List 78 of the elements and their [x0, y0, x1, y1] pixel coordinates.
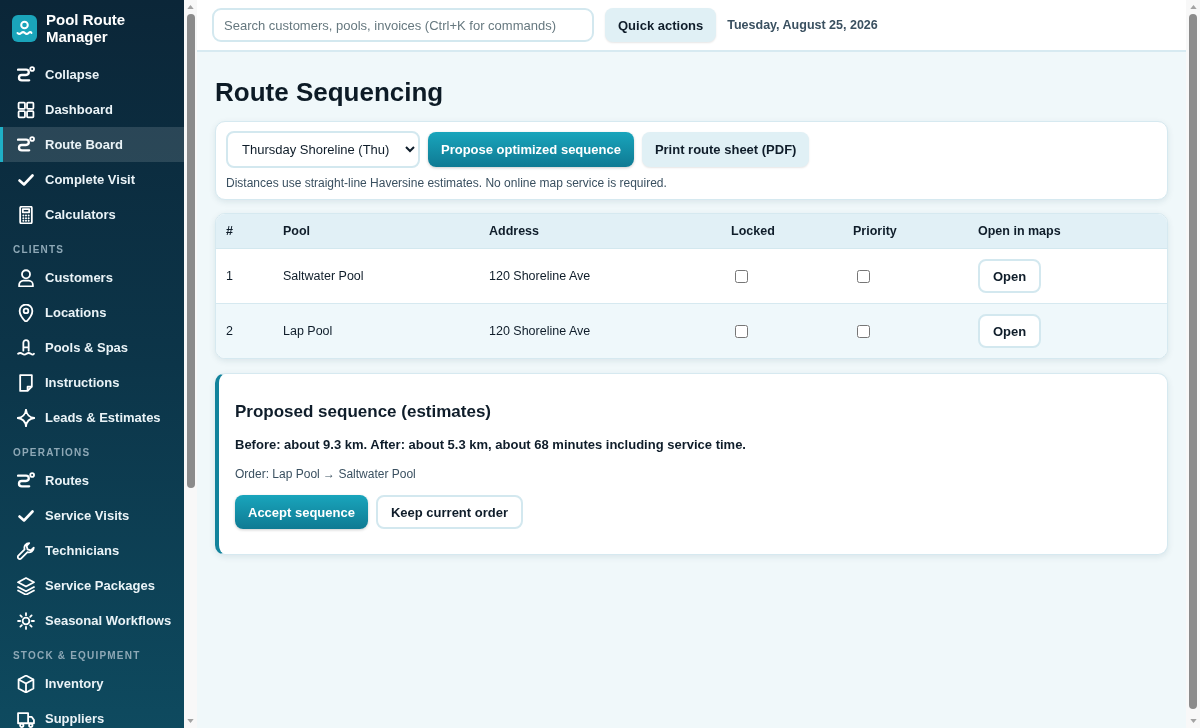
distance-note: Distances use straight-line Haversine estimates. No online map service is required. — [226, 176, 668, 190]
keep-order-button[interactable]: Keep current order — [375, 495, 523, 529]
sequence-order: Order: Lap Pool → Saltwater Pool — [235, 466, 417, 482]
print-route-sheet-button[interactable]: Print route sheet (PDF) — [641, 132, 810, 167]
scroll-up-icon[interactable] — [187, 5, 194, 9]
column-header: Locked — [730, 224, 776, 238]
date-label: Tuesday, August 25, 2026 — [727, 18, 878, 32]
priority-checkbox[interactable] — [857, 269, 870, 283]
app-name: Pool Route Manager — [46, 11, 127, 45]
nav-item[interactable]: Pools & Spas — [0, 330, 184, 365]
column-header: Priority — [852, 224, 898, 238]
nav-item[interactable]: Collapse — [0, 57, 184, 92]
proposal-title: Proposed sequence (estimates) — [235, 401, 493, 423]
nav-item[interactable]: Instructions — [0, 365, 184, 400]
scrollbar[interactable] — [184, 0, 197, 728]
nav-item[interactable]: Service Packages — [0, 568, 184, 603]
scroll-up-icon[interactable] — [1189, 5, 1197, 9]
table-cell-text: 2 — [225, 324, 234, 338]
nav-item[interactable]: Suppliers — [0, 701, 184, 728]
scrollbar[interactable] — [1186, 0, 1200, 728]
nav-item[interactable]: Route Board — [0, 127, 184, 162]
table-cell-text: 120 Shoreline Ave — [488, 324, 592, 338]
nav-item[interactable]: Seasonal Workflows — [0, 603, 184, 638]
table-cell-text: Saltwater Pool — [282, 269, 365, 283]
column-header: # — [225, 224, 234, 238]
column-header: Open in maps — [977, 224, 1062, 238]
sun-icon — [17, 611, 35, 630]
wrench-icon — [17, 541, 35, 560]
nav-item[interactable]: Calculators — [0, 197, 184, 232]
sparkle-icon — [17, 408, 35, 427]
layers-icon — [17, 576, 35, 595]
route-icon — [17, 135, 35, 154]
nav-item[interactable]: Service Visits — [0, 498, 184, 533]
locked-checkbox[interactable] — [735, 269, 748, 283]
person-icon — [17, 268, 35, 287]
distance-summary: Before: about 9.3 km. After: about 5.3 km, about 68 minutes including service time. — [235, 437, 747, 453]
pool-ladder-icon — [17, 338, 35, 357]
table-cell-text: 120 Shoreline Ave — [488, 269, 592, 283]
table-cell-text: Lap Pool — [282, 324, 334, 338]
scroll-down-icon[interactable] — [1189, 719, 1197, 723]
table-cell-text: 1 — [225, 269, 234, 283]
priority-checkbox[interactable] — [857, 324, 870, 338]
map-pin-icon — [17, 303, 35, 322]
open-button[interactable]: Open — [978, 259, 1042, 293]
quick-actions-button[interactable]: Quick actions — [605, 8, 717, 42]
open-button[interactable]: Open — [978, 314, 1042, 348]
nav-item[interactable]: Complete Visit — [0, 162, 184, 197]
nav-item[interactable]: Routes — [0, 463, 184, 498]
route-select[interactable]: Thursday Shoreline (Thu) — [226, 131, 420, 168]
nav-item[interactable]: Locations — [0, 295, 184, 330]
calculator-icon — [17, 205, 35, 224]
search-field[interactable]: Search customers, pools, invoices (Ctrl+K for commands) — [212, 8, 594, 42]
nav-item[interactable]: Dashboard — [0, 92, 184, 127]
section-heading: STOCK & EQUIPMENT — [12, 649, 142, 663]
locked-checkbox[interactable] — [735, 324, 748, 338]
nav-item[interactable]: Technicians — [0, 533, 184, 568]
scrollbar-thumb[interactable] — [186, 14, 195, 488]
scroll-down-icon[interactable] — [187, 719, 194, 723]
section-heading: CLIENTS — [12, 243, 66, 257]
nav-item[interactable]: Leads & Estimates — [0, 400, 184, 435]
document-icon — [17, 373, 35, 392]
cube-icon — [17, 674, 35, 693]
column-header: Pool — [282, 224, 312, 238]
scrollbar-thumb[interactable] — [1189, 14, 1197, 709]
page-title: Route Sequencing — [215, 76, 445, 108]
column-header: Address — [488, 224, 541, 238]
checkmark-icon — [18, 509, 34, 522]
grid-icon — [17, 100, 35, 119]
section-heading: OPERATIONS — [12, 446, 92, 460]
nav-item[interactable]: Inventory — [0, 666, 184, 701]
logo-icon — [12, 14, 37, 42]
propose-sequence-button[interactable]: Propose optimized sequence — [428, 132, 634, 167]
truck-icon — [17, 709, 35, 728]
checkmark-icon — [18, 173, 34, 186]
route-icon — [17, 65, 35, 84]
route-icon — [17, 471, 35, 490]
nav-item[interactable]: Customers — [0, 260, 184, 295]
accept-sequence-button[interactable]: Accept sequence — [235, 495, 368, 529]
